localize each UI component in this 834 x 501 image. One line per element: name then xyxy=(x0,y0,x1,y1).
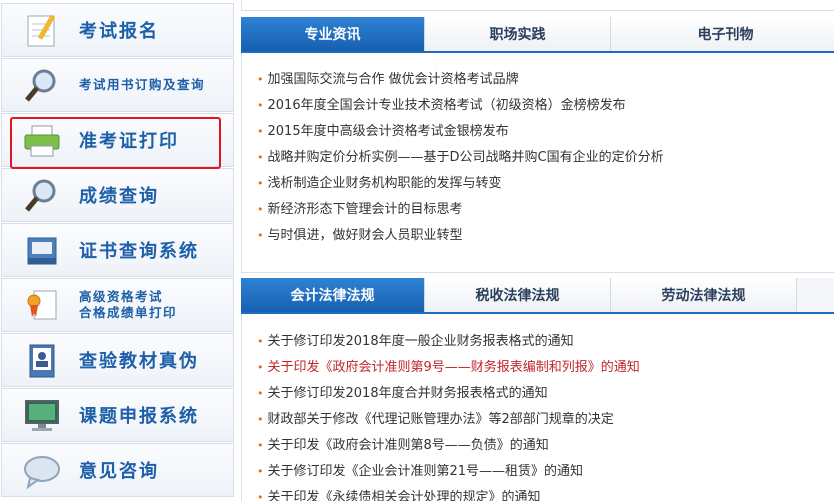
tab-professional-news[interactable]: 专业资讯 xyxy=(241,17,425,51)
sidebar-item-label: 考试用书订购及查询 xyxy=(79,77,206,92)
list-item-title: 关于修订印发《企业会计准则第21号——租赁》的通知 xyxy=(267,464,584,479)
list-item-title: 2015年度中高级会计资格考试金银榜发布 xyxy=(267,124,509,139)
monitor-icon xyxy=(25,400,59,431)
list-item-title: 关于修订印发2018年度合并财务报表格式的通知 xyxy=(267,386,548,401)
sidebar-item-certificate-query[interactable]: 证书查询系统 xyxy=(1,223,234,277)
tab-workplace-practice[interactable]: 职场实践 xyxy=(425,17,611,51)
list-item-title: 战略并购定价分析实例——基于D公司战略并购C国有企业的定价分析 xyxy=(267,150,664,165)
bullet-icon: • xyxy=(257,177,264,190)
bullet-icon: • xyxy=(257,151,264,164)
sidebar-item-admission-ticket-print[interactable]: 准考证打印 xyxy=(1,113,234,167)
sidebar-item-exam-registration[interactable]: 考试报名 xyxy=(1,3,234,57)
award-document-icon xyxy=(27,290,57,320)
sidebar-item-book-order[interactable]: 考试用书订购及查询 xyxy=(1,58,234,112)
law-list: • 关于修订印发2018年度一般企业财务报表格式的通知 • 关于印发《政府会计准则第… xyxy=(257,329,640,501)
list-item-title: 财政部关于修改《代理记账管理办法》等2部部门规章的决定 xyxy=(267,412,614,427)
sidebar-item-label: 成绩查询 xyxy=(79,186,159,207)
bullet-icon: • xyxy=(257,361,264,374)
list-item-title: 新经济形态下管理会计的目标思考 xyxy=(267,202,463,217)
printer-icon xyxy=(24,125,60,157)
list-item-title: 2016年度全国会计专业技术资格考试（初级资格）金榜榜发布 xyxy=(267,98,626,113)
list-item[interactable]: • 财政部关于修改《代理记账管理办法》等2部部门规章的决定 xyxy=(257,407,640,433)
bullet-icon: • xyxy=(257,73,264,86)
sidebar-item-label: 准考证打印 xyxy=(79,131,179,152)
bullet-icon: • xyxy=(257,387,264,400)
top-panel-edge xyxy=(241,0,834,11)
list-item-title: 与时俱进，做好财会人员职业转型 xyxy=(267,228,463,243)
sidebar-item-label: 高级资格考试 合格成绩单打印 xyxy=(79,289,177,321)
list-item[interactable]: • 2015年度中高级会计资格考试金银榜发布 xyxy=(257,119,664,145)
bullet-icon: • xyxy=(257,335,264,348)
bullet-icon: • xyxy=(257,465,264,478)
sidebar-item-project-application[interactable]: 课题申报系统 xyxy=(1,388,234,442)
bullet-icon: • xyxy=(257,203,264,216)
list-item-title: 关于印发《永续债相关会计处理的规定》的通知 xyxy=(267,490,541,501)
sidebar: 考试报名 考试用书订购及查询 准考证打印 成绩查询 证书查询系统 高级资格考试 … xyxy=(0,0,234,501)
list-item-title: 加强国际交流与合作 做优会计资格考试品牌 xyxy=(267,72,519,87)
sidebar-item-label: 考试报名 xyxy=(79,21,159,42)
list-item[interactable]: • 2016年度全国会计专业技术资格考试（初级资格）金榜榜发布 xyxy=(257,93,664,119)
list-item[interactable]: • 加强国际交流与合作 做优会计资格考试品牌 xyxy=(257,67,664,93)
tab-labor-law[interactable]: 劳动法律法规 xyxy=(611,278,797,312)
sidebar-item-label-line2: 合格成绩单打印 xyxy=(79,305,178,320)
list-item[interactable]: • 关于修订印发2018年度一般企业财务报表格式的通知 xyxy=(257,329,640,355)
list-item[interactable]: • 关于修订印发《企业会计准则第21号——租赁》的通知 xyxy=(257,459,640,485)
sidebar-item-label: 意见咨询 xyxy=(79,461,159,482)
sidebar-item-label-line1: 高级资格考试 xyxy=(79,289,164,304)
sidebar-item-label: 课题申报系统 xyxy=(79,406,199,427)
list-item[interactable]: • 关于修订印发2018年度合并财务报表格式的通知 xyxy=(257,381,640,407)
list-item-title: 关于修订印发2018年度一般企业财务报表格式的通知 xyxy=(267,334,574,349)
law-tabs: 会计法律法规 税收法律法规 劳动法律法规 xyxy=(241,278,834,314)
certificate-box-icon xyxy=(27,237,57,265)
list-item[interactable]: • 与时俱进，做好财会人员职业转型 xyxy=(257,223,664,249)
sidebar-item-score-query[interactable]: 成绩查询 xyxy=(1,168,234,222)
tab-e-journal[interactable]: 电子刊物 xyxy=(611,17,834,51)
tab-tax-law[interactable]: 税收法律法规 xyxy=(425,278,611,312)
news-list: • 加强国际交流与合作 做优会计资格考试品牌 • 2016年度全国会计专业技术资格考… xyxy=(257,67,664,249)
notepad-icon xyxy=(27,14,56,47)
bullet-icon: • xyxy=(257,229,264,242)
list-item-title: 关于印发《政府会计准则第8号——负债》的通知 xyxy=(267,438,549,453)
list-item[interactable]: • 新经济形态下管理会计的目标思考 xyxy=(257,197,664,223)
list-item-title: 浅析制造企业财务机构职能的发挥与转变 xyxy=(267,176,502,191)
magnifier-icon xyxy=(25,179,56,212)
list-item[interactable]: • 战略并购定价分析实例——基于D公司战略并购C国有企业的定价分析 xyxy=(257,145,664,171)
bullet-icon: • xyxy=(257,99,264,112)
sidebar-item-textbook-verify[interactable]: 查验教材真伪 xyxy=(1,333,234,387)
list-item[interactable]: • 关于印发《政府会计准则第9号——财务报表编制和列报》的通知 xyxy=(257,355,640,381)
sidebar-item-feedback[interactable]: 意见咨询 xyxy=(1,443,234,497)
magnifier-icon xyxy=(25,69,56,102)
news-tabs: 专业资讯 职场实践 电子刊物 xyxy=(241,17,834,53)
sidebar-item-label: 证书查询系统 xyxy=(79,241,199,262)
bullet-icon: • xyxy=(257,491,264,501)
sidebar-item-label: 查验教材真伪 xyxy=(79,351,199,372)
list-item[interactable]: • 关于印发《政府会计准则第8号——负债》的通知 xyxy=(257,433,640,459)
bullet-icon: • xyxy=(257,413,264,426)
id-card-icon xyxy=(29,344,55,378)
list-item-title: 关于印发《政府会计准则第9号——财务报表编制和列报》的通知 xyxy=(267,360,640,375)
tab-accounting-law[interactable]: 会计法律法规 xyxy=(241,278,425,312)
sidebar-item-senior-score-print[interactable]: 高级资格考试 合格成绩单打印 xyxy=(1,278,234,332)
bullet-icon: • xyxy=(257,125,264,138)
list-item[interactable]: • 浅析制造企业财务机构职能的发挥与转变 xyxy=(257,171,664,197)
bullet-icon: • xyxy=(257,439,264,452)
list-item[interactable]: • 关于印发《永续债相关会计处理的规定》的通知 xyxy=(257,485,640,501)
speech-bubble-icon xyxy=(24,456,60,490)
